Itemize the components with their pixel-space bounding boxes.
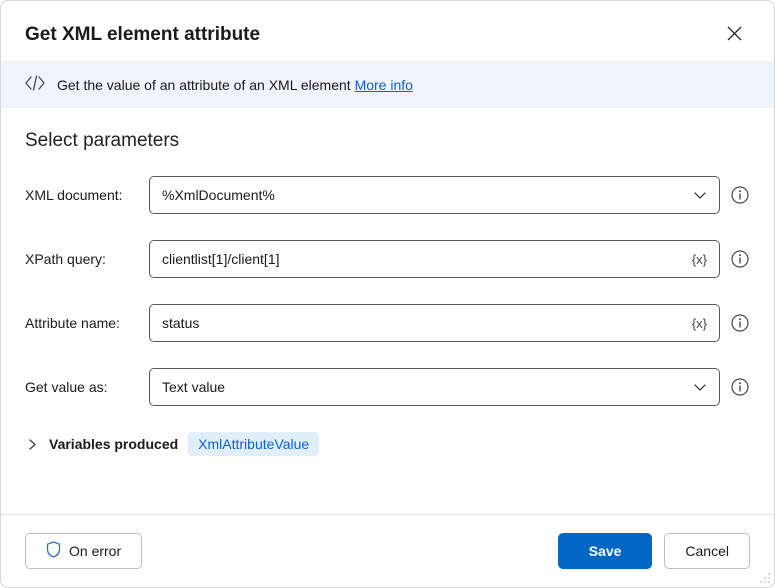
label-xml-document: XML document: — [25, 187, 149, 203]
close-icon — [727, 26, 742, 44]
dialog-body: Select parameters XML document: %XmlDocu… — [1, 108, 774, 514]
param-row-xpath-query: XPath query: clientlist[1]/client[1] {x} — [25, 240, 750, 278]
get-value-as-select[interactable]: Text value — [149, 368, 720, 406]
xml-document-select[interactable]: %XmlDocument% — [149, 176, 720, 214]
resize-grip-icon[interactable] — [758, 571, 772, 585]
variables-produced-row[interactable]: Variables produced XmlAttributeValue — [25, 432, 750, 456]
on-error-label: On error — [69, 543, 121, 559]
xpath-query-input[interactable]: clientlist[1]/client[1] {x} — [149, 240, 720, 278]
variable-picker-icon[interactable]: {x} — [690, 316, 709, 331]
footer-right: Save Cancel — [558, 533, 750, 569]
param-row-get-value-as: Get value as: Text value — [25, 368, 750, 406]
code-icon — [25, 75, 45, 94]
shield-icon — [46, 541, 61, 561]
param-row-attribute-name: Attribute name: status {x} — [25, 304, 750, 342]
variable-picker-icon[interactable]: {x} — [690, 252, 709, 267]
label-get-value-as: Get value as: — [25, 379, 149, 395]
dialog: Get XML element attribute Get the value … — [0, 0, 775, 588]
on-error-button[interactable]: On error — [25, 533, 142, 569]
xpath-query-value: clientlist[1]/client[1] — [162, 251, 690, 267]
get-value-as-value: Text value — [162, 379, 691, 395]
dialog-title: Get XML element attribute — [25, 24, 260, 46]
attribute-name-value: status — [162, 315, 690, 331]
close-button[interactable] — [718, 19, 750, 51]
control-wrap: Text value — [149, 368, 750, 406]
dialog-header: Get XML element attribute — [1, 1, 774, 61]
attribute-name-input[interactable]: status {x} — [149, 304, 720, 342]
help-icon[interactable] — [730, 377, 750, 397]
chevron-down-icon — [691, 186, 709, 204]
control-wrap: %XmlDocument% — [149, 176, 750, 214]
variables-produced-label: Variables produced — [49, 436, 178, 452]
param-row-xml-document: XML document: %XmlDocument% — [25, 176, 750, 214]
chevron-down-icon — [691, 378, 709, 396]
help-icon[interactable] — [730, 313, 750, 333]
dialog-footer: On error Save Cancel — [1, 514, 774, 587]
xml-document-value: %XmlDocument% — [162, 187, 691, 203]
info-text: Get the value of an attribute of an XML … — [57, 77, 413, 93]
variable-chip[interactable]: XmlAttributeValue — [188, 432, 319, 456]
more-info-link[interactable]: More info — [355, 77, 413, 93]
control-wrap: status {x} — [149, 304, 750, 342]
save-button[interactable]: Save — [558, 533, 653, 569]
cancel-button[interactable]: Cancel — [664, 533, 750, 569]
label-attribute-name: Attribute name: — [25, 315, 149, 331]
section-title: Select parameters — [25, 130, 750, 152]
info-text-body: Get the value of an attribute of an XML … — [57, 77, 351, 93]
help-icon[interactable] — [730, 185, 750, 205]
info-bar: Get the value of an attribute of an XML … — [1, 61, 774, 108]
label-xpath-query: XPath query: — [25, 251, 149, 267]
chevron-right-icon — [25, 437, 39, 451]
control-wrap: clientlist[1]/client[1] {x} — [149, 240, 750, 278]
help-icon[interactable] — [730, 249, 750, 269]
